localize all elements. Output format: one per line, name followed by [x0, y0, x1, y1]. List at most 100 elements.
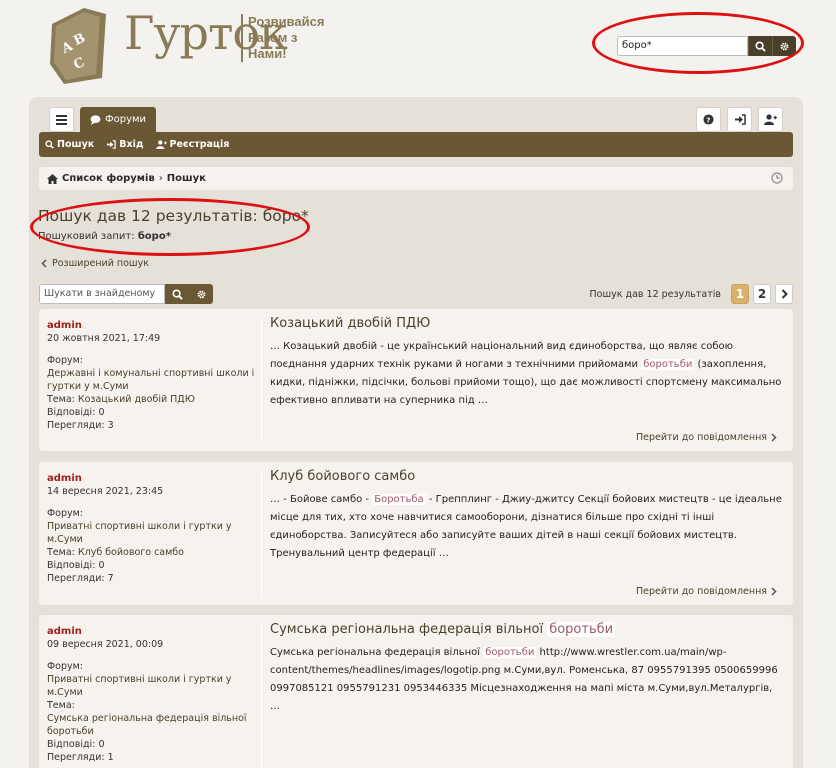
post-views: 7 [107, 573, 114, 584]
post-author[interactable]: admin [47, 319, 257, 332]
post-meta: admin 20 жовтня 2021, 17:49 Форум: Держа… [47, 319, 257, 432]
page-1-button[interactable]: 1 [731, 284, 749, 304]
logo-tagline: Розвивайся Разом з Нами! [241, 14, 324, 62]
post-views: 3 [107, 420, 114, 431]
advanced-search-link[interactable]: Розширений пошук [41, 258, 149, 269]
replies-label: Відповіді: [47, 560, 96, 571]
forum-label: Форум: [47, 508, 84, 519]
topic-label: Тема: [47, 547, 75, 558]
page-2-button[interactable]: 2 [753, 284, 771, 304]
post-body: Сумська регіональна федерація вільної бо… [270, 622, 785, 716]
search-highlight: Боротьба [372, 494, 426, 505]
advanced-search-label: Розширений пошук [52, 258, 149, 269]
post-views: 1 [107, 752, 114, 763]
post-meta: admin 14 вересня 2021, 23:45 Форум: Прив… [47, 472, 257, 585]
post-body: Козацький двобій ПДЮ … Козацький двобій … [270, 316, 785, 410]
abc-book-logo-icon: А В С [50, 8, 106, 84]
goto-post-link[interactable]: Перейти до повідомлення [636, 586, 777, 597]
login-icon-button[interactable] [727, 107, 752, 132]
chevron-right-icon [781, 289, 788, 299]
post-title[interactable]: Сумська регіональна федерація вільної бо… [270, 622, 785, 637]
speech-bubble-icon [90, 114, 101, 125]
help-button[interactable]: ? [696, 107, 721, 132]
search-result: admin 20 жовтня 2021, 17:49 Форум: Держа… [39, 309, 793, 451]
post-topic-link[interactable]: Козацький двобій ПДЮ [78, 394, 195, 405]
gear-icon [197, 290, 206, 298]
header-search-button[interactable] [748, 36, 772, 56]
post-topic-link[interactable]: Клуб бойового самбо [78, 547, 184, 558]
post-replies: 0 [98, 407, 105, 418]
search-query-label: Пошуковий запит: [38, 231, 135, 242]
views-label: Перегляди: [47, 420, 105, 431]
logo-tagline-line: Нами! [248, 46, 287, 61]
search-query: Пошуковий запит: боро* [38, 231, 171, 242]
gear-icon [780, 42, 789, 50]
hamburger-icon [56, 114, 67, 125]
breadcrumb-separator: › [158, 173, 163, 184]
home-icon [47, 173, 58, 184]
post-date: 09 вересня 2021, 00:09 [47, 639, 164, 650]
search-query-value[interactable]: боро* [138, 231, 171, 242]
pagination: Пошук дав 12 результатів 1 2 [589, 284, 793, 304]
register-icon-button[interactable] [758, 107, 783, 132]
replies-label: Відповіді: [47, 407, 96, 418]
post-forum-link[interactable]: Приватні спортивні школи і гуртки у м.Су… [47, 520, 257, 546]
excerpt-text: Сумська регіональна федерація вільної [270, 647, 484, 658]
logo-tagline-line: Разом з [248, 30, 298, 45]
post-title-text: Сумська регіональна федерація вільної [270, 622, 548, 637]
chevron-right-icon [771, 587, 777, 596]
post-forum-link[interactable]: Приватні спортивні школи і гуртки у м.Су… [47, 673, 257, 699]
post-title[interactable]: Клуб бойового самбо [270, 469, 785, 484]
next-page-button[interactable] [775, 284, 793, 304]
forum-label: Форум: [47, 661, 84, 672]
nav-search-link[interactable]: Пошук [45, 139, 94, 150]
nav-register-link[interactable]: Реєстрація [155, 139, 229, 150]
header-search: боро* [617, 36, 796, 56]
question-icon: ? [703, 114, 714, 125]
post-forum-link[interactable]: Державні і комунальні спортивні школи і … [47, 367, 257, 393]
menu-button[interactable] [49, 107, 74, 132]
search-within-settings-button[interactable] [189, 284, 213, 304]
user-plus-icon [764, 114, 777, 125]
main-panel: Форуми ? Пошук Вхід Реєстрація Список фо… [29, 97, 803, 768]
tab-forums-label: Форуми [105, 114, 147, 125]
breadcrumb-current[interactable]: Пошук [167, 173, 206, 184]
forum-label: Форум: [47, 355, 84, 366]
tab-actions: ? [696, 107, 783, 132]
page-title: Пошук дав 12 результатів: боро* [38, 207, 309, 225]
nav-login-link[interactable]: Вхід [106, 139, 144, 150]
post-date: 20 жовтня 2021, 17:49 [47, 333, 161, 344]
sign-in-icon [107, 140, 116, 149]
excerpt-text: … - Бойове самбо - [270, 494, 373, 505]
views-label: Перегляди: [47, 573, 105, 584]
post-body: Клуб бойового самбо … - Бойове самбо - Б… [270, 469, 785, 563]
header-search-input[interactable]: боро* [617, 36, 748, 56]
search-icon [755, 40, 766, 52]
search-within-button[interactable] [165, 284, 189, 304]
search-highlight: боротьби [547, 622, 616, 637]
goto-post-label: Перейти до повідомлення [635, 586, 767, 597]
goto-post-link[interactable]: Перейти до повідомлення [636, 432, 777, 443]
goto-post-label: Перейти до повідомлення [635, 432, 767, 443]
tab-bar: Форуми [49, 107, 157, 132]
search-result: admin 09 вересня 2021, 00:09 Форум: Прив… [39, 615, 793, 768]
post-excerpt: Сумська регіональна федерація вільної бо… [270, 644, 785, 716]
search-within-input[interactable]: Шукати в знайденому [39, 284, 165, 304]
tab-forums[interactable]: Форуми [80, 107, 157, 132]
header-search-settings-button[interactable] [772, 36, 796, 56]
post-divider [261, 623, 262, 768]
search-icon [172, 288, 183, 300]
site-logo[interactable]: А В С Гурток Розвивайся Разом з Нами! [44, 4, 324, 84]
clock-icon [771, 172, 783, 184]
post-topic-link[interactable]: Сумська регіональна федерація вільної бо… [47, 712, 257, 738]
post-author[interactable]: admin [47, 472, 257, 485]
breadcrumb-home[interactable]: Список форумів [62, 173, 155, 184]
post-meta: admin 09 вересня 2021, 00:09 Форум: Прив… [47, 625, 257, 764]
results-count: Пошук дав 12 результатів [589, 288, 722, 300]
search-highlight: боротьби [483, 647, 537, 658]
post-title[interactable]: Козацький двобій ПДЮ [270, 316, 785, 331]
post-replies: 0 [98, 560, 105, 571]
post-author[interactable]: admin [47, 625, 257, 638]
search-highlight: боротьби [641, 359, 695, 370]
topic-label: Тема: [47, 394, 75, 405]
